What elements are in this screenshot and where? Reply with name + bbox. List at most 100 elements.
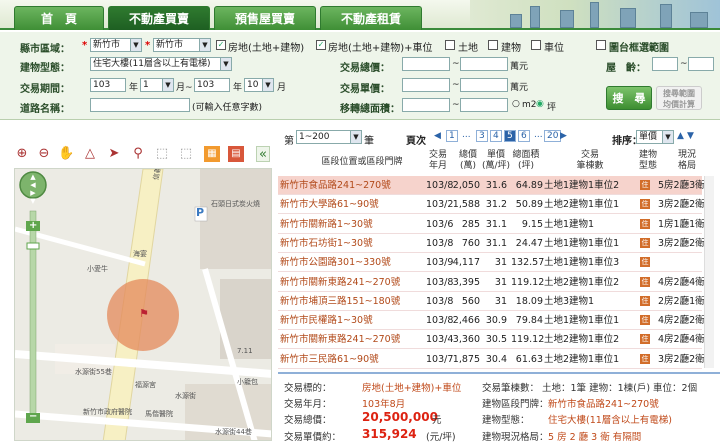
unit-price-min-input[interactable] (402, 78, 450, 92)
month-to-select[interactable]: 10 ▼ (244, 78, 274, 92)
row-address[interactable]: 新竹市公園路301~330號 (280, 253, 391, 272)
table-row[interactable]: 新竹市民權路1~30號 103/8 2,466 30.9 79.84 土地1建物1車位1 4… (278, 311, 705, 331)
row-date: 103/8 (426, 237, 454, 249)
column-header-total[interactable]: 總價 (萬) (454, 150, 482, 172)
prev-page-icon[interactable]: ◀ (434, 131, 441, 141)
checkbox-building[interactable] (488, 40, 498, 50)
unit-price-max-input[interactable] (460, 78, 508, 92)
row-area: 119.12 (511, 276, 545, 288)
search-range-button[interactable]: 搜尋範圍 均價計算 (656, 86, 702, 110)
table-row[interactable]: 新竹市石坊街1~30號 103/8 760 31.1 24.47 土地1建物1車位1 3房2… (278, 234, 705, 253)
table-row[interactable]: 新竹市埔頂三路151~180號 103/8 560 31 18.09 土地3建物1 2房2廳… (278, 292, 705, 311)
row-date: 103/8 (426, 295, 454, 307)
column-header-deals[interactable]: 交易 筆棟數 (560, 150, 620, 172)
row-address[interactable]: 新竹市關新東路241~270號 (280, 273, 400, 292)
pan-hand-icon[interactable]: ✋ (58, 146, 74, 162)
page-link[interactable]: ... (462, 130, 471, 140)
zoom-minus-icon[interactable]: − (29, 411, 37, 422)
nav-tab-presale[interactable]: 預售屋買賣 (214, 6, 316, 30)
sort-asc-icon[interactable]: ▲ (677, 131, 684, 141)
pin-icon[interactable]: ➤ (106, 146, 122, 162)
range-select[interactable]: 1~200 ▼ (296, 130, 362, 144)
column-header-unit-price[interactable]: 單價 (萬/坪) (481, 150, 511, 172)
next-page-icon[interactable]: ▶ (560, 131, 567, 141)
grid-icon[interactable]: ▦ (204, 146, 220, 162)
detail-total-price: 20,500,000 (362, 410, 438, 424)
table-row[interactable]: 新竹市關新東路241~270號 103/8 3,395 31 119.12 土地2建物1車… (278, 273, 705, 292)
table-row[interactable]: 新竹市大學路61~90號 103/2 1,588 31.2 50.89 土地2建物1車位1… (278, 195, 705, 215)
zoom-out-icon[interactable]: ⊖ (36, 146, 52, 162)
checkbox-land[interactable] (445, 40, 455, 50)
row-address[interactable]: 新竹市食品路241~270號 (280, 176, 391, 195)
checkbox-parking[interactable] (531, 40, 541, 50)
checkbox-map-box[interactable] (596, 40, 606, 50)
age-max-input[interactable] (688, 57, 714, 71)
row-address[interactable]: 新竹市大學路61~90號 (280, 195, 379, 214)
year-from-input[interactable]: 103 (90, 78, 126, 92)
collapse-panel-icon[interactable]: « (256, 146, 270, 162)
building-type-select[interactable]: 住宅大樓(11層含以上有電梯) ▼ (90, 57, 232, 71)
district-select[interactable]: 新竹市 ▼ (153, 38, 211, 52)
zoom-in-icon[interactable]: ⊕ (14, 146, 30, 162)
total-price-max-input[interactable] (460, 57, 508, 71)
year-to-input[interactable]: 103 (194, 78, 230, 92)
column-header-area[interactable]: 總面積 (坪) (510, 150, 542, 172)
pan-control-icon[interactable]: ▲ ◀ ▶ ▼ (27, 173, 39, 205)
select-icon[interactable]: ⬚ (154, 146, 170, 162)
chevron-down-icon: ▼ (130, 39, 141, 51)
nav-tab-rental[interactable]: 不動產租賃 (320, 6, 422, 30)
sort-desc-icon[interactable]: ▼ (687, 131, 694, 141)
table-row[interactable]: 新竹市食品路241~270號 103/8 2,050 31.6 64.89 土地1建物1車… (278, 176, 705, 195)
row-address[interactable]: 新竹市民權路1~30號 (280, 311, 373, 330)
checkbox-house-land[interactable]: ✓ (216, 40, 226, 50)
row-unit-price: 31.1 (485, 237, 507, 249)
row-address[interactable]: 新竹市石坊街1~30號 (280, 234, 373, 253)
page-link[interactable]: 1 (446, 130, 458, 142)
table-icon[interactable]: ▤ (228, 146, 244, 162)
radio-ping-icon[interactable]: ◉ (536, 99, 544, 109)
column-header-address[interactable]: 區段位置或區段門牌 (302, 157, 422, 168)
column-header-date[interactable]: 交易 年月 (424, 150, 452, 172)
results-scrollbar[interactable] (704, 176, 714, 368)
map-canvas[interactable]: ▲ ◀ ▶ ▼ + − ⚑ P 石頭日式炭火燒 海宴 小愛牛 信義街 水源街55巷 … (14, 168, 272, 441)
table-row[interactable]: 新竹市三民路61~90號 103/7 1,875 30.4 61.63 土地2建物1車位1… (278, 350, 705, 369)
range-suffix: 筆 (364, 136, 374, 147)
page-link[interactable]: ... (534, 130, 543, 140)
row-type-badge: 住 (640, 276, 650, 287)
column-header-type[interactable]: 建物 型態 (635, 150, 661, 172)
row-address[interactable]: 新竹市三民路61~90號 (280, 350, 379, 369)
age-min-input[interactable] (652, 57, 678, 71)
zoom-plus-icon[interactable]: + (29, 220, 37, 231)
nav-tab-property-sale[interactable]: 不動產買賣 (108, 6, 210, 30)
radio-m2-icon[interactable]: ○ (512, 99, 520, 109)
sort-select[interactable]: 單價 ▼ (636, 130, 674, 144)
area-min-input[interactable] (402, 98, 450, 112)
row-deals: 土地2建物1車位1 (544, 199, 620, 211)
search-button[interactable]: 搜 尋 (606, 86, 652, 110)
month-from-select[interactable]: 1 ▼ (140, 78, 174, 92)
row-date: 103/4 (426, 334, 454, 346)
road-input[interactable] (90, 98, 190, 112)
target-marker-icon[interactable]: ⚑ (139, 307, 149, 320)
county-select[interactable]: 新竹市 ▼ (90, 38, 142, 52)
row-address[interactable]: 新竹市關新東路241~270號 (280, 330, 400, 349)
table-row[interactable]: 新竹市關新東路241~270號 103/4 3,360 30.5 119.12 土地2建物… (278, 330, 705, 350)
row-date: 103/6 (426, 218, 454, 230)
table-row[interactable]: 新竹市公園路301~330號 103/9 4,117 31 132.57 土地1建物1車位… (278, 253, 702, 273)
total-price-min-input[interactable] (402, 57, 450, 71)
page-link[interactable]: 5 (504, 130, 516, 142)
area-max-input[interactable] (460, 98, 508, 112)
column-header-layout[interactable]: 現況 格局 (670, 150, 704, 172)
page-link[interactable]: 20 (544, 130, 562, 142)
page-link[interactable]: 3 (476, 130, 488, 142)
page-link[interactable]: 4 (490, 130, 502, 142)
location-icon[interactable]: ⚲ (130, 146, 146, 162)
row-address[interactable]: 新竹市關新路1~30號 (280, 215, 373, 234)
nav-tab-home[interactable]: 首 頁 (14, 6, 104, 30)
checkbox-house-land-parking[interactable]: ✓ (316, 40, 326, 50)
page-link[interactable]: 6 (518, 130, 530, 142)
table-row[interactable]: 新竹市關新路1~30號 103/6 285 31.1 9.15 土地1建物1 1房1廳1衛住 (278, 215, 705, 234)
clear-icon[interactable]: ⬚ (178, 146, 194, 162)
row-address[interactable]: 新竹市埔頂三路151~180號 (280, 292, 400, 311)
measure-icon[interactable]: △ (82, 146, 98, 162)
